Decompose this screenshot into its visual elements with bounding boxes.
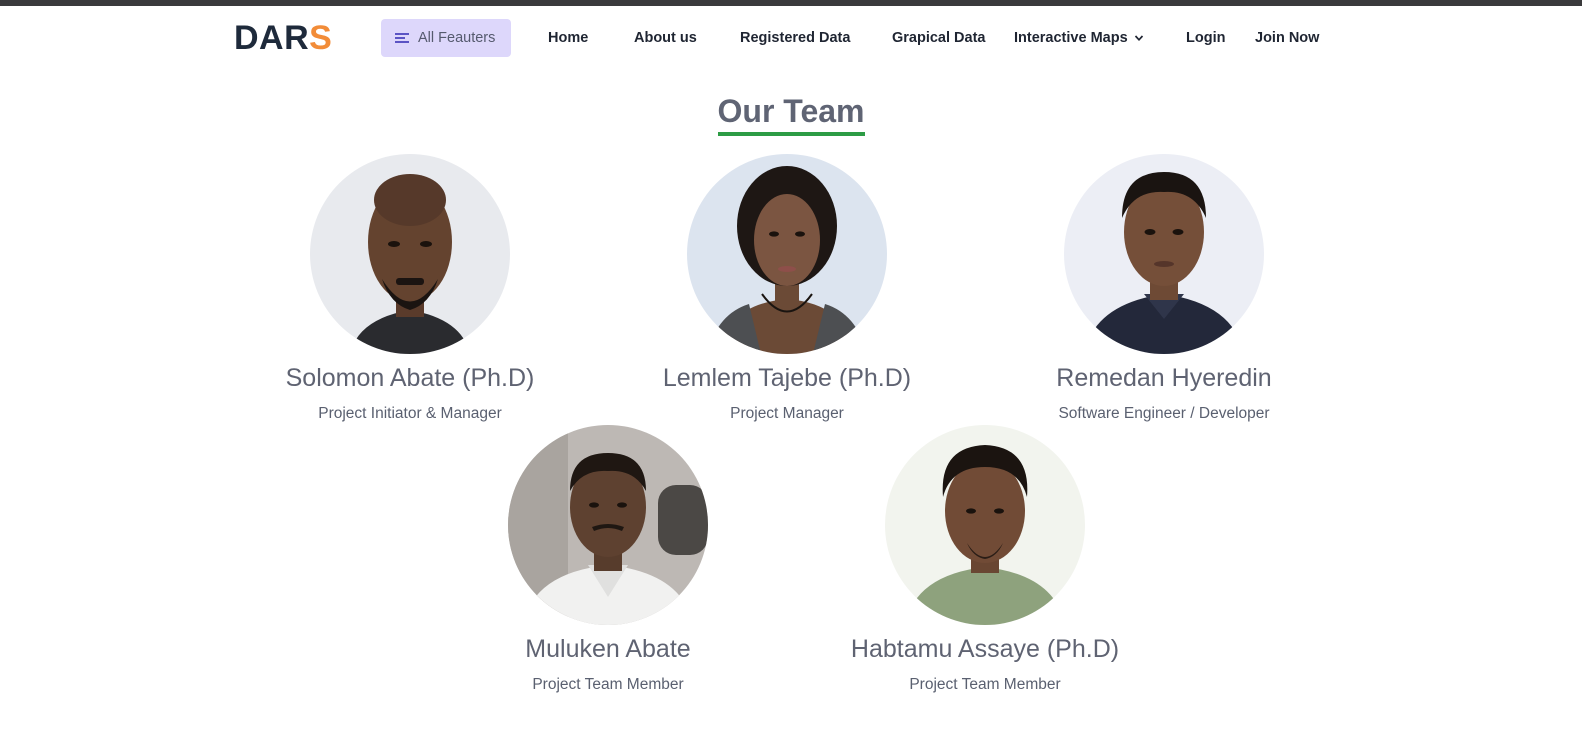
team-member-card: Remedan Hyeredin Software Engineer / Dev… — [994, 154, 1334, 423]
member-role: Project Team Member — [532, 676, 684, 693]
logo[interactable]: DARS — [234, 18, 332, 58]
team-member-card: Lemlem Tajebe (Ph.D) Project Manager — [617, 154, 957, 423]
chevron-down-icon — [1134, 35, 1143, 42]
nav-login[interactable]: Login — [1186, 28, 1225, 48]
heading-underline — [717, 132, 865, 136]
team-member-card: Habtamu Assaye (Ph.D) Project Team Membe… — [815, 425, 1155, 694]
nav-interactive-maps[interactable]: Interactive Maps — [1014, 28, 1144, 48]
team-heading-text: Our Team — [717, 93, 865, 129]
logo-accent: S — [309, 19, 333, 57]
logo-text: DAR — [234, 19, 310, 57]
member-photo — [508, 425, 708, 625]
nav-home[interactable]: Home — [548, 28, 588, 48]
member-name: Solomon Abate (Ph.D) — [285, 364, 535, 392]
nav-join-now[interactable]: Join Now — [1255, 28, 1319, 48]
nav-interactive-maps-label: Interactive Maps — [1014, 30, 1128, 46]
menu-icon — [395, 32, 409, 44]
navbar: DARS All Feauters Home About us Register… — [0, 6, 1582, 70]
member-name: Lemlem Tajebe (Ph.D) — [662, 364, 912, 392]
member-photo — [310, 154, 510, 354]
member-name: Remedan Hyeredin — [1056, 364, 1272, 392]
nav-grapical-data[interactable]: Grapical Data — [892, 28, 986, 48]
all-features-button[interactable]: All Feauters — [381, 19, 511, 57]
member-photo — [687, 154, 887, 354]
team-member-card: Muluken Abate Project Team Member — [438, 425, 778, 694]
member-role: Software Engineer / Developer — [1058, 405, 1270, 422]
member-photo — [885, 425, 1085, 625]
team-heading: Our Team — [0, 90, 1582, 136]
member-name: Muluken Abate — [525, 635, 691, 663]
nav-about-us[interactable]: About us — [634, 28, 697, 48]
member-role: Project Team Member — [909, 676, 1061, 693]
member-role: Project Manager — [730, 405, 844, 422]
all-features-label: All Feauters — [418, 30, 496, 46]
nav-registered-data[interactable]: Registered Data — [740, 28, 850, 48]
member-role: Project Initiator & Manager — [318, 405, 502, 422]
team-member-card: Solomon Abate (Ph.D) Project Initiator &… — [240, 154, 580, 423]
member-photo — [1064, 154, 1264, 354]
member-name: Habtamu Assaye (Ph.D) — [850, 635, 1120, 663]
